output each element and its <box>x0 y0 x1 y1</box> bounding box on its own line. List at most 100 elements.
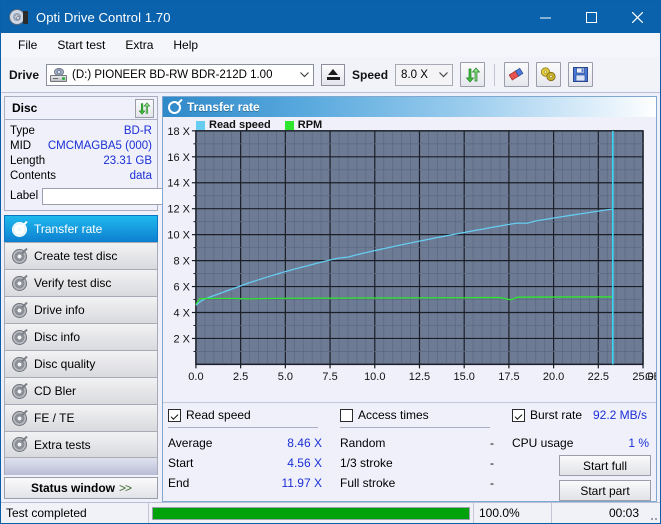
drive-select[interactable]: (D:) PIONEER BD-RW BDR-212D 1.00 <box>46 64 314 86</box>
stat-row-average: Average 8.46 X <box>168 433 340 453</box>
application-window: Opti Drive Control 1.70 File Start test … <box>0 0 661 524</box>
disc-row-key: MID <box>10 140 31 152</box>
plot-wrapper: 2 X4 X6 X8 X10 X12 X14 X16 X18 X0.02.55.… <box>163 117 656 402</box>
sidebar-nav: Transfer rate Create test disc Verify te… <box>4 215 158 458</box>
burst-rate-label: Burst rate <box>530 408 582 422</box>
disc-row-key: Length <box>10 155 45 167</box>
sidebar-item-transfer-rate[interactable]: Transfer rate <box>4 215 158 242</box>
chart-legend: Read speed RPM <box>196 119 322 131</box>
disc-row-type: Type BD-R <box>10 123 152 138</box>
sidebar-item-drive-info[interactable]: Drive info <box>4 296 158 323</box>
status-message: Test completed <box>1 503 149 523</box>
disc-label-key: Label <box>10 190 38 202</box>
minimize-button[interactable] <box>522 1 568 33</box>
window-title: Opti Drive Control 1.70 <box>36 10 171 25</box>
drive-select-value: (D:) PIONEER BD-RW BDR-212D 1.00 <box>72 69 295 81</box>
sidebar-item-verify-test-disc[interactable]: Verify test disc <box>4 269 158 296</box>
speed-label: Speed <box>352 68 388 82</box>
access-times-label: Access times <box>358 408 429 422</box>
menu-file[interactable]: File <box>9 35 46 55</box>
progress-bar-fill <box>153 508 469 519</box>
stat-value: - <box>490 436 512 450</box>
save-button[interactable] <box>568 62 593 87</box>
read-speed-option[interactable]: Read speed <box>168 408 340 422</box>
burst-rate-checkbox[interactable] <box>512 409 525 422</box>
progress-percent: 100.0% <box>474 503 552 523</box>
status-window-chevron: >> <box>119 481 131 495</box>
maximize-button[interactable] <box>568 1 614 33</box>
disc-panel: Disc Type BD-R MID CMCM <box>4 96 158 211</box>
sidebar-item-cd-bler[interactable]: CD Bler <box>4 377 158 404</box>
access-times-checkbox[interactable] <box>340 409 353 422</box>
disc-row-value: data <box>130 170 152 182</box>
save-icon <box>573 67 588 82</box>
sidebar-item-label: FE / TE <box>34 411 74 425</box>
progress-bar <box>152 507 470 520</box>
legend-swatch-rpm <box>285 121 294 130</box>
disc-test-icon <box>12 249 27 264</box>
menu-extra[interactable]: Extra <box>116 35 162 55</box>
y-axis-tick-label: 12 X <box>167 204 190 216</box>
disc-tools-button[interactable] <box>536 62 561 87</box>
y-axis-tick-label: 2 X <box>173 333 190 345</box>
start-part-button[interactable]: Start part <box>559 480 651 501</box>
sidebar-item-create-test-disc[interactable]: Create test disc <box>4 242 158 269</box>
x-axis-tick-label: 7.5 <box>322 371 337 383</box>
menu-start-test[interactable]: Start test <box>48 35 114 55</box>
close-button[interactable] <box>614 1 660 33</box>
y-axis-tick-label: 4 X <box>173 307 190 319</box>
sidebar-item-disc-info[interactable]: Disc info <box>4 323 158 350</box>
y-axis-tick-label: 16 X <box>167 152 190 164</box>
stat-row-cpu-usage: CPU usage 1 % <box>512 433 651 453</box>
start-full-button[interactable]: Start full <box>559 455 651 476</box>
refresh-button[interactable] <box>460 62 485 87</box>
stat-key: Random <box>340 436 385 450</box>
disc-row-mid: MID CMCMAGBA5 (000) <box>10 138 152 153</box>
sidebar-item-fe-te[interactable]: FE / TE <box>4 404 158 431</box>
stat-key: 1/3 stroke <box>340 456 393 470</box>
stats-column-access: Random - 1/3 stroke - Full stroke - <box>340 431 512 501</box>
erase-button[interactable] <box>504 62 529 87</box>
app-icon <box>9 8 27 26</box>
disc-row-value: BD-R <box>124 125 152 137</box>
resize-grip-icon[interactable] <box>644 503 660 523</box>
eject-button[interactable] <box>321 64 345 86</box>
burst-rate-option[interactable]: Burst rate 92.2 MB/s <box>512 408 651 422</box>
legend-swatch-read-speed <box>196 121 205 130</box>
disc-row-value: CMCMAGBA5 (000) <box>48 140 152 152</box>
disc-test-icon <box>12 330 27 345</box>
refresh-icon <box>465 67 481 83</box>
x-axis-tick-label: 17.5 <box>498 371 519 383</box>
disc-test-icon <box>12 276 27 291</box>
sidebar: Disc Type BD-R MID CMCM <box>1 93 161 502</box>
stats-column-actions: CPU usage 1 % Start full Start part <box>512 431 651 501</box>
stats-column-speed: Average 8.46 X Start 4.56 X End 11.97 X <box>168 431 340 501</box>
x-axis-tick-label: 0.0 <box>188 371 203 383</box>
menu-help[interactable]: Help <box>164 35 207 55</box>
speed-select[interactable]: 8.0 X <box>395 64 453 86</box>
x-axis-tick-label: 15.0 <box>454 371 475 383</box>
read-speed-checkbox[interactable] <box>168 409 181 422</box>
disc-refresh-button[interactable] <box>135 99 154 118</box>
sidebar-item-disc-quality[interactable]: Disc quality <box>4 350 158 377</box>
sidebar-item-label: Create test disc <box>34 249 117 263</box>
x-axis-tick-label: 22.5 <box>588 371 609 383</box>
y-axis-tick-label: 10 X <box>167 230 190 242</box>
burst-rate-value: 92.2 MB/s <box>593 408 651 422</box>
sidebar-item-label: Transfer rate <box>34 222 102 236</box>
disc-tools-icon <box>540 67 557 82</box>
sidebar-item-label: Disc quality <box>34 357 95 371</box>
stat-value: - <box>490 456 512 470</box>
access-times-option[interactable]: Access times <box>340 408 512 422</box>
y-axis-tick-label: 18 X <box>167 126 190 138</box>
elapsed-time: 00:03 <box>552 503 644 523</box>
status-bar: Test completed 100.0% 00:03 <box>1 502 660 523</box>
status-window-button[interactable]: Status window >> <box>4 477 158 499</box>
y-axis-tick-label: 8 X <box>173 256 190 268</box>
stat-value: 8.46 X <box>287 436 340 450</box>
sidebar-item-extra-tests[interactable]: Extra tests <box>4 431 158 458</box>
chart-title: Transfer rate <box>187 100 260 114</box>
speed-select-value: 8.0 X <box>401 69 428 81</box>
chart-area: Read speed RPM 2 X4 X6 X8 X10 X12 X14 X1… <box>163 117 656 402</box>
stat-key: Average <box>168 436 212 450</box>
